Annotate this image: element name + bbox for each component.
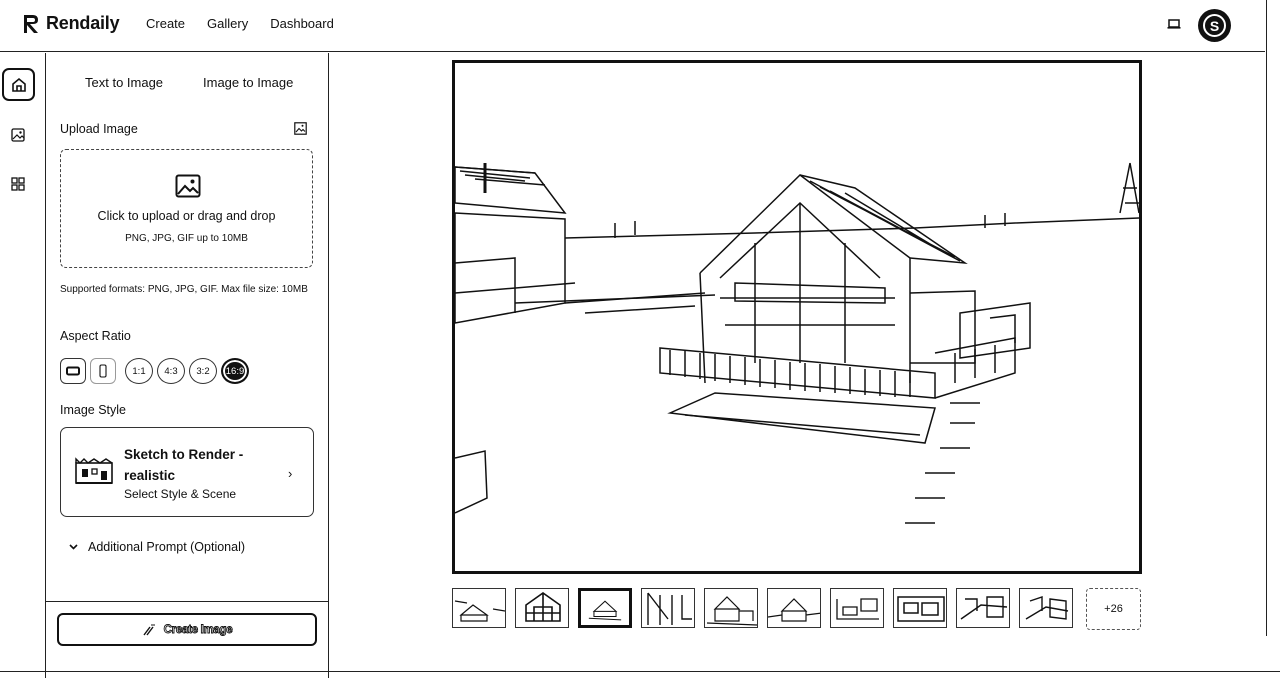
tab-text-to-image[interactable]: Text to Image	[85, 75, 163, 90]
landscape-icon	[66, 366, 80, 376]
avatar-letter: S	[1203, 14, 1226, 37]
aspect-1-1-button[interactable]: 1:1	[125, 358, 153, 384]
create-image-label: Create Image	[163, 623, 233, 636]
style-subtitle: Select Style & Scene	[124, 487, 237, 501]
image-style-selector[interactable]: Sketch to Render - realistic Select Styl…	[60, 427, 314, 517]
thumbnail[interactable]	[830, 588, 884, 628]
house-thumbnail-icon	[454, 600, 505, 622]
upload-dropzone[interactable]: Click to upload or drag and drop PNG, JP…	[60, 149, 313, 268]
thumbnail[interactable]	[641, 588, 695, 628]
aspect-ratio-label: Aspect Ratio	[60, 329, 131, 343]
nav-gallery[interactable]: Gallery	[207, 16, 248, 31]
rendaily-logo-icon	[24, 14, 38, 33]
thumbnail[interactable]	[1019, 588, 1073, 628]
thumbnail-selected[interactable]	[578, 588, 632, 628]
upload-image-label: Upload Image	[60, 122, 138, 136]
thumbnail[interactable]	[704, 588, 758, 628]
style-thumbnail-icon	[75, 457, 113, 484]
image-style-label: Image Style	[60, 403, 127, 417]
aspect-portrait-button[interactable]	[90, 358, 116, 384]
image-upload-icon	[175, 174, 201, 198]
aspect-16-9-button[interactable]: 16:9	[221, 358, 249, 384]
thumbnail[interactable]	[956, 588, 1010, 628]
thumbnail[interactable]	[515, 588, 569, 628]
dropzone-title: Click to upload or drag and drop	[97, 209, 276, 223]
supported-formats-note: Supported formats: PNG, JPG, GIF. Max fi…	[60, 284, 308, 295]
house-thumbnail-icon	[768, 598, 820, 622]
image-icon[interactable]	[11, 128, 25, 142]
create-panel: Text to Image Image to Image Upload Imag…	[46, 53, 329, 678]
aspect-3-2-button[interactable]: 3:2	[189, 358, 217, 384]
aspect-4-3-button[interactable]: 4:3	[157, 358, 185, 384]
monitor-icon[interactable]	[1167, 17, 1181, 31]
app-name: Rendaily	[46, 13, 120, 33]
house-thumbnail-icon	[647, 592, 692, 625]
apps-icon[interactable]	[11, 177, 25, 191]
logo[interactable]: Rendaily	[24, 13, 120, 34]
interior-thumbnail-icon	[1025, 596, 1069, 620]
thumbnail[interactable]	[452, 588, 506, 628]
house-render-image	[455, 162, 1139, 524]
interior-thumbnail-icon	[836, 598, 879, 620]
sidebar-rail	[0, 53, 46, 678]
top-bar: Rendaily Create Gallery Dashboard S	[0, 0, 1265, 52]
sidebar-item-home[interactable]	[2, 68, 35, 101]
window-scrollbar[interactable]	[1266, 0, 1270, 636]
nav-dashboard[interactable]: Dashboard	[270, 16, 334, 31]
thumbnail[interactable]	[893, 588, 947, 628]
style-title: Sketch to Render - realistic	[124, 447, 244, 483]
home-icon	[11, 77, 26, 92]
chevron-right-icon: ›	[288, 466, 293, 481]
nav-create[interactable]: Create	[146, 16, 185, 31]
interior-thumbnail-icon	[960, 596, 1008, 620]
more-thumbnails-button[interactable]: +26	[1086, 588, 1141, 630]
upload-image-icon[interactable]	[294, 122, 307, 135]
house-thumbnail-icon	[706, 596, 757, 626]
dropzone-subtitle: PNG, JPG, GIF up to 10MB	[125, 233, 248, 244]
aspect-landscape-button[interactable]	[60, 358, 86, 384]
interior-thumbnail-icon	[897, 596, 945, 622]
chevron-down-icon	[69, 544, 78, 550]
additional-prompt-label: Additional Prompt (Optional)	[88, 540, 246, 554]
thumbnail[interactable]	[767, 588, 821, 628]
tab-image-to-image[interactable]: Image to Image	[203, 75, 293, 90]
panel-divider	[46, 601, 329, 602]
footer-divider	[0, 671, 1280, 672]
main-nav: Create Gallery Dashboard	[146, 16, 334, 31]
portrait-icon	[99, 364, 107, 378]
house-thumbnail-icon	[588, 600, 622, 621]
house-thumbnail-icon	[525, 592, 561, 622]
avatar[interactable]: S	[1198, 9, 1231, 42]
create-image-button[interactable]: Create Image	[57, 613, 317, 646]
generated-image-preview[interactable]	[452, 60, 1142, 574]
additional-prompt-toggle[interactable]: Additional Prompt (Optional)	[69, 540, 245, 554]
magic-wand-icon	[143, 624, 155, 635]
